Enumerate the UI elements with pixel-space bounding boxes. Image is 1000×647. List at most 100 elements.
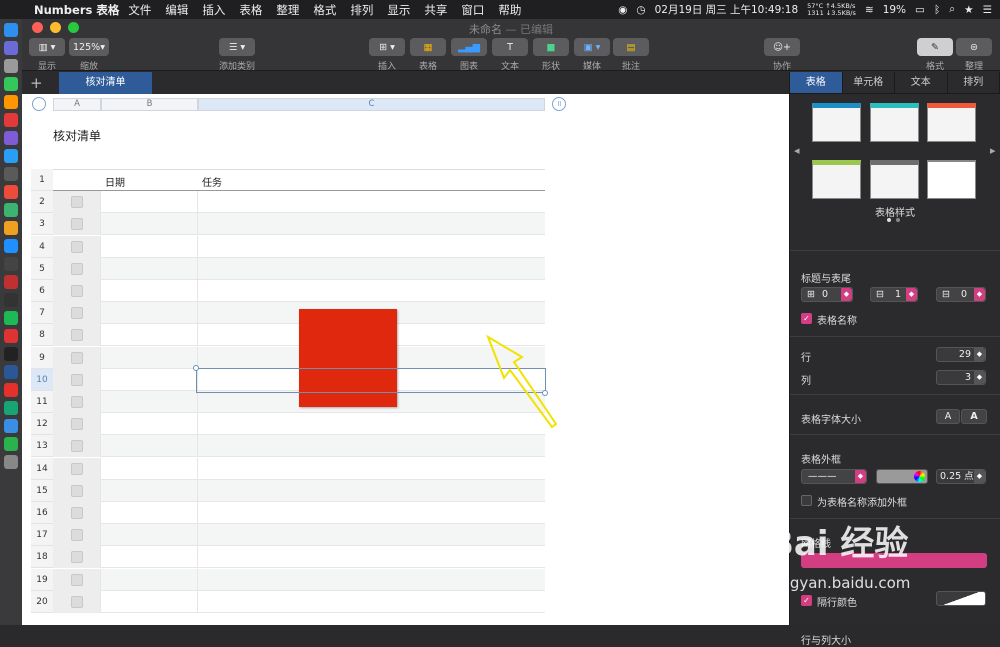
battery-percent[interactable]: 19% xyxy=(883,4,906,16)
table-row[interactable] xyxy=(53,191,545,213)
app-icon[interactable] xyxy=(4,329,18,343)
insert-button[interactable]: ⊞ ▾插入 xyxy=(364,38,410,72)
date-cell[interactable] xyxy=(101,569,198,591)
app-icon[interactable] xyxy=(4,365,18,379)
outline-color-well[interactable] xyxy=(876,469,928,484)
app-icon[interactable] xyxy=(4,77,18,91)
checkbox-cell[interactable] xyxy=(53,236,101,258)
date-time[interactable]: 02月19日 周三 上午10:49:18 xyxy=(655,2,799,17)
header-columns-stepper[interactable]: ⊟1◆ xyxy=(870,287,918,302)
columns-stepper[interactable]: 3◆ xyxy=(936,370,986,385)
add-category-button[interactable]: ☰ ▾添加类别 xyxy=(214,38,260,72)
row-header[interactable]: 8 xyxy=(31,324,53,346)
table-title[interactable]: 核对清单 xyxy=(53,127,101,144)
battery-icon[interactable]: ▭ xyxy=(915,4,925,16)
checkbox-cell[interactable] xyxy=(53,591,101,613)
row-header[interactable]: 1 xyxy=(31,169,53,191)
table-row[interactable] xyxy=(53,236,545,258)
bluetooth-icon[interactable]: ᛒ xyxy=(934,4,940,16)
checkbox-cell[interactable] xyxy=(53,258,101,280)
header-rows-stepper[interactable]: ⊞0◆ xyxy=(801,287,853,302)
checkbox-cell[interactable] xyxy=(53,458,101,480)
task-checkbox[interactable] xyxy=(71,263,83,275)
row-header[interactable]: 2 xyxy=(31,191,53,213)
app-icon[interactable] xyxy=(4,257,18,271)
table-row[interactable] xyxy=(53,591,545,613)
app-icon[interactable] xyxy=(4,383,18,397)
app-icon[interactable] xyxy=(4,131,18,145)
control-center-icon[interactable]: ☰ xyxy=(983,4,992,16)
header-date[interactable]: 日期 xyxy=(105,174,125,189)
task-checkbox[interactable] xyxy=(71,596,83,608)
menu-edit[interactable]: 编辑 xyxy=(165,2,188,18)
checkbox-cell[interactable] xyxy=(53,369,101,391)
row-header[interactable]: 12 xyxy=(31,413,53,435)
column-header-a[interactable]: A xyxy=(53,98,101,111)
row-header[interactable]: 7 xyxy=(31,302,53,324)
table-row[interactable] xyxy=(53,546,545,568)
date-cell[interactable] xyxy=(101,258,198,280)
table-row[interactable] xyxy=(53,502,545,524)
date-cell[interactable] xyxy=(101,435,198,457)
row-header[interactable]: 6 xyxy=(31,280,53,302)
checkbox-cell[interactable] xyxy=(53,413,101,435)
checkbox-cell[interactable] xyxy=(53,435,101,457)
date-cell[interactable] xyxy=(101,236,198,258)
finder-icon[interactable] xyxy=(4,23,18,37)
table-row[interactable] xyxy=(53,569,545,591)
app-icon[interactable] xyxy=(4,41,18,55)
row-header[interactable]: 20 xyxy=(31,591,53,613)
menu-organize[interactable]: 整理 xyxy=(276,2,299,18)
date-cell[interactable] xyxy=(101,413,198,435)
comment-button[interactable]: ▤批注 xyxy=(608,38,654,72)
row-header[interactable]: 18 xyxy=(31,546,53,568)
column-header-b[interactable]: B xyxy=(101,98,198,111)
table-row[interactable] xyxy=(53,258,545,280)
table-style-1[interactable] xyxy=(812,103,861,142)
date-cell[interactable] xyxy=(101,391,198,413)
text-button[interactable]: T文本 xyxy=(487,38,533,72)
add-column-handle[interactable]: ॥ xyxy=(552,97,566,111)
menu-window[interactable]: 窗口 xyxy=(461,2,484,18)
date-cell[interactable] xyxy=(101,502,198,524)
menu-insert[interactable]: 插入 xyxy=(202,2,225,18)
terminal-icon[interactable] xyxy=(4,347,18,361)
checkbox-cell[interactable] xyxy=(53,569,101,591)
task-checkbox[interactable] xyxy=(71,285,83,297)
task-checkbox[interactable] xyxy=(71,507,83,519)
date-cell[interactable] xyxy=(101,369,198,391)
trash-icon[interactable] xyxy=(4,455,18,469)
zoom-select[interactable]: 125% ▾ xyxy=(69,38,109,56)
app-icon[interactable] xyxy=(4,167,18,181)
row-header[interactable]: 17 xyxy=(31,524,53,546)
tab-arrange[interactable]: 排列 xyxy=(948,72,1000,93)
page-dots[interactable] xyxy=(887,218,900,222)
table-row[interactable] xyxy=(53,435,545,457)
table-style-5[interactable] xyxy=(870,160,919,199)
outline-width-stepper[interactable]: 0.25 点◆ xyxy=(936,469,986,484)
task-checkbox[interactable] xyxy=(71,463,83,475)
task-checkbox[interactable] xyxy=(71,440,83,452)
next-style-icon[interactable]: ▸ xyxy=(990,144,996,157)
table-style-3[interactable] xyxy=(927,103,976,142)
checkbox-cell[interactable] xyxy=(53,391,101,413)
app-icon[interactable] xyxy=(4,275,18,289)
date-cell[interactable] xyxy=(101,213,198,235)
row-header[interactable]: 3 xyxy=(31,213,53,235)
table-row[interactable] xyxy=(53,213,545,235)
app-icon[interactable] xyxy=(4,239,18,253)
checkbox-cell[interactable] xyxy=(53,480,101,502)
zoom-control[interactable]: 125% ▾缩放 xyxy=(66,38,112,72)
task-checkbox[interactable] xyxy=(71,329,83,341)
menu-table[interactable]: 表格 xyxy=(239,2,262,18)
app-icon[interactable] xyxy=(4,59,18,73)
app-icon[interactable] xyxy=(4,149,18,163)
checkbox-cell[interactable] xyxy=(53,302,101,324)
table-button[interactable]: ▦表格 xyxy=(405,38,451,72)
star-icon[interactable]: ★ xyxy=(964,4,973,16)
date-cell[interactable] xyxy=(101,591,198,613)
app-icon[interactable] xyxy=(4,113,18,127)
decrease-font-button[interactable]: A xyxy=(936,409,960,424)
search-icon[interactable]: ⌕ xyxy=(949,3,955,16)
checkbox-cell[interactable] xyxy=(53,191,101,213)
